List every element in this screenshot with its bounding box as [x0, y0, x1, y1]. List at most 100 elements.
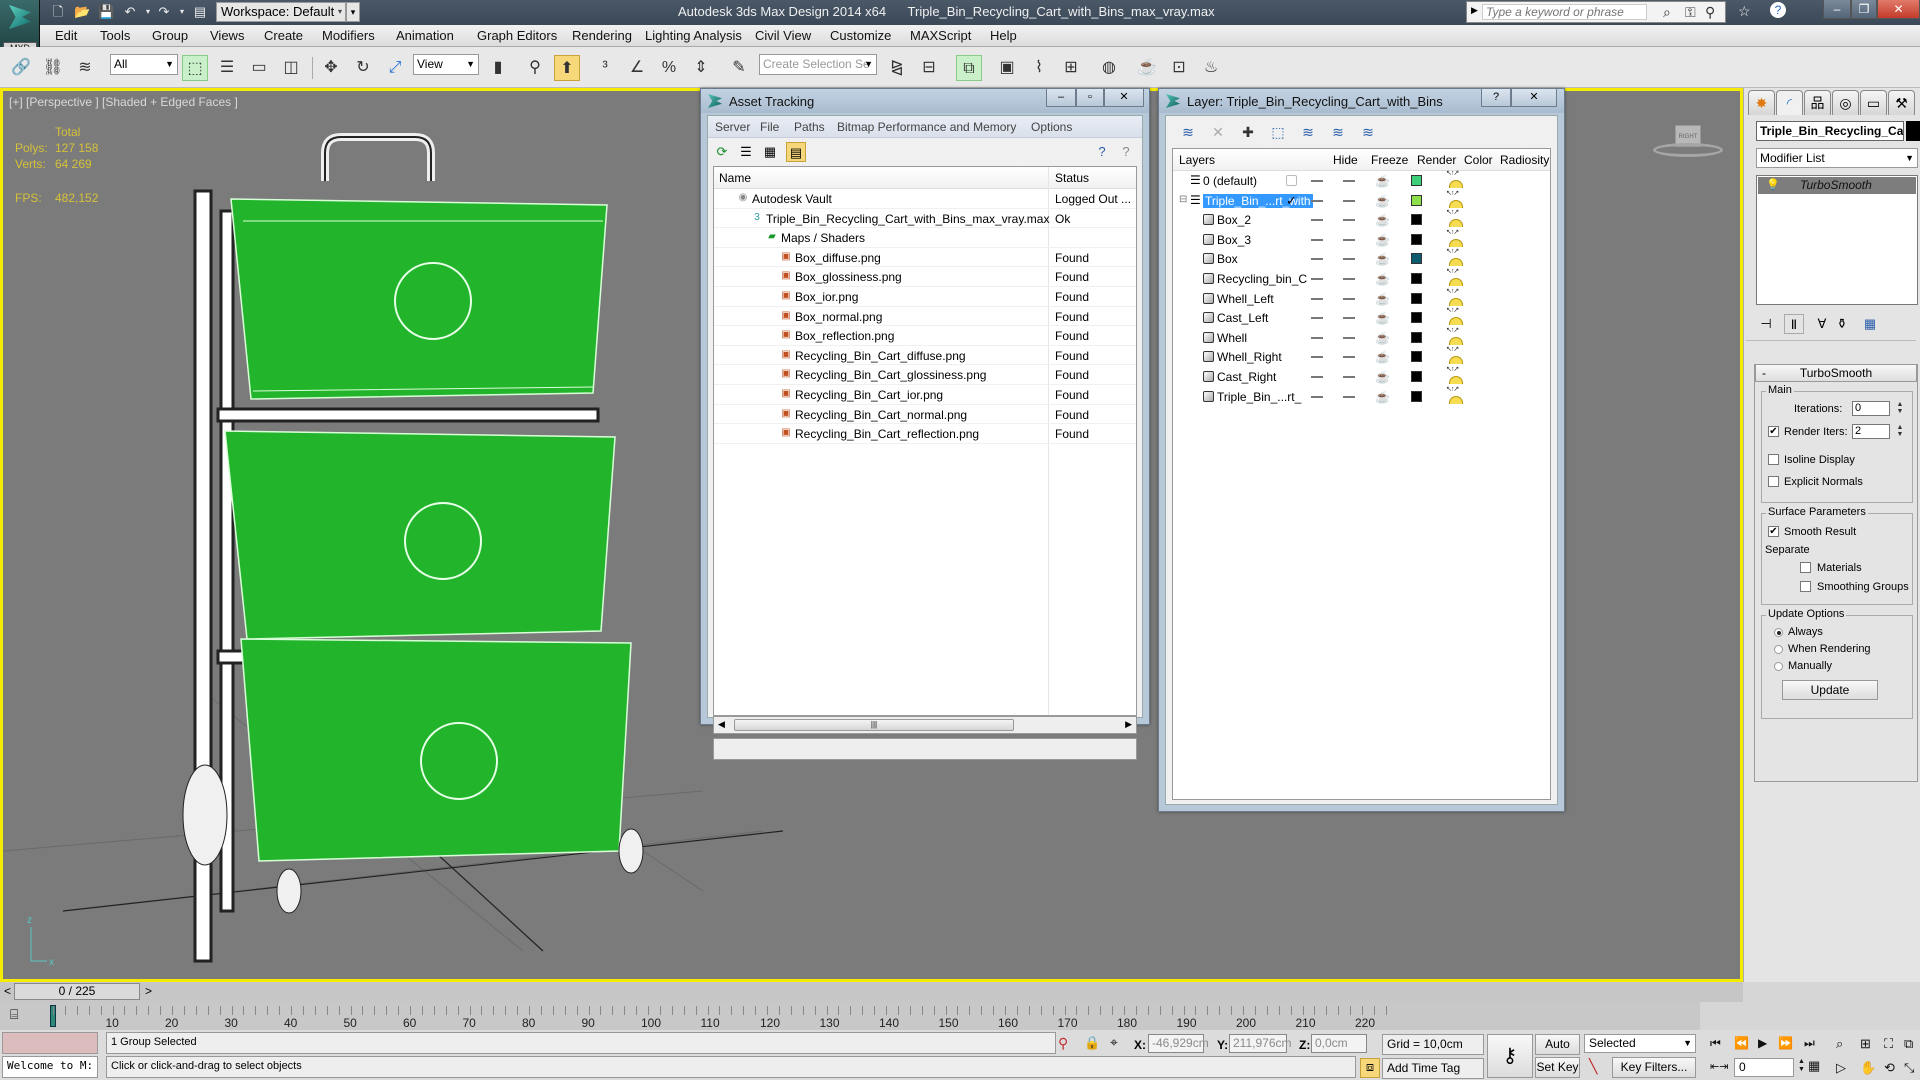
layer-color-swatch[interactable] [1411, 175, 1422, 186]
menu-animation[interactable]: Animation [396, 28, 454, 43]
render-teapot-icon[interactable]: ☕ [1375, 331, 1390, 345]
key-filters-button[interactable]: Key Filters... [1612, 1057, 1696, 1078]
column-layers[interactable]: Layers [1179, 153, 1215, 167]
object-name[interactable]: Recycling_bin_C [1217, 272, 1307, 286]
asset-row[interactable]: ▣ Recycling_Bin_Cart_diffuse.png Found [714, 346, 1136, 366]
object-name[interactable]: Box_3 [1217, 233, 1251, 247]
menu-customize[interactable]: Customize [830, 28, 891, 43]
freeze-toggle[interactable] [1343, 238, 1355, 241]
delete-layer-icon[interactable]: ✕ [1208, 122, 1228, 142]
hide-unhide-all-icon[interactable]: ≋ [1328, 122, 1348, 142]
table-view-icon[interactable]: ▤ [786, 142, 806, 162]
menu-lighting-analysis[interactable]: Lighting Analysis [645, 28, 742, 43]
hide-toggle[interactable] [1311, 395, 1323, 398]
menu-modifiers[interactable]: Modifiers [322, 28, 375, 43]
time-tag-icon[interactable]: ⧈ [1360, 1058, 1380, 1078]
menu-civil-view[interactable]: Civil View [755, 28, 811, 43]
named-selection-dropdown[interactable]: Create Selection Se ▼ [759, 54, 877, 75]
time-configuration-icon[interactable]: ▦ [1808, 1058, 1820, 1074]
maximize-viewport-icon[interactable]: ⤡ [1904, 1060, 1914, 1076]
close-button[interactable]: ✕ [1877, 0, 1920, 19]
hide-toggle[interactable] [1311, 317, 1323, 320]
add-to-layer-icon[interactable]: ✚ [1238, 122, 1258, 142]
help-button[interactable]: ? [1481, 89, 1511, 107]
redo-dropdown-icon[interactable]: ▾ [174, 4, 190, 20]
current-frame-field[interactable]: 0 [1734, 1058, 1794, 1077]
freeze-toggle[interactable] [1343, 317, 1355, 320]
asset-row[interactable]: ▰ Maps / Shaders [714, 228, 1136, 248]
radiosity-icon[interactable] [1446, 326, 1463, 345]
layer-row[interactable]: Whell_Right ☕ [1173, 345, 1550, 367]
render-production-icon[interactable]: ♨ [1198, 55, 1224, 81]
modifier-list-dropdown[interactable]: Modifier List ▼ [1756, 148, 1918, 168]
render-setup-icon[interactable]: ☕ [1134, 55, 1160, 81]
object-color-swatch[interactable] [1906, 121, 1920, 141]
selection-lock-icon[interactable]: 🔒 [1084, 1035, 1100, 1051]
display-tab[interactable]: ▭ [1860, 90, 1887, 115]
layer-color-swatch[interactable] [1411, 214, 1422, 226]
align-icon[interactable]: ⊟ [916, 55, 942, 81]
layer-row[interactable]: Box ☕ [1173, 247, 1550, 269]
go-to-start-icon[interactable]: ⏮ [1710, 1036, 1721, 1051]
maximize-button[interactable]: ▫ [1076, 89, 1104, 107]
select-objects-in-layer-icon[interactable]: ⬚ [1268, 122, 1288, 142]
hide-toggle[interactable] [1311, 238, 1323, 241]
layer-row[interactable]: Box_3 ☕ [1173, 228, 1550, 250]
material-editor-icon[interactable]: ◍ [1096, 55, 1122, 81]
freeze-toggle[interactable] [1343, 376, 1355, 378]
layer-color-swatch[interactable] [1411, 312, 1422, 324]
help-icon[interactable]: ? [1770, 2, 1786, 18]
menu-server[interactable]: Server [715, 120, 750, 134]
asset-row[interactable]: ▣ Recycling_Bin_Cart_glossiness.png Found [714, 365, 1136, 385]
auto-key-button[interactable]: Auto Key [1535, 1034, 1580, 1070]
object-name[interactable]: Whell_Right [1217, 350, 1282, 364]
smoothing-groups-checkbox[interactable] [1800, 581, 1811, 592]
go-to-end-icon[interactable]: ⏭ [1804, 1036, 1815, 1051]
radiosity-icon[interactable] [1446, 247, 1463, 267]
save-icon[interactable]: 💾 [98, 4, 114, 20]
hide-toggle[interactable] [1311, 258, 1323, 261]
key-mode-toggle-icon[interactable]: ⇤⇥ [1710, 1060, 1728, 1073]
menu-paths[interactable]: Paths [794, 120, 825, 134]
binoculars-icon[interactable]: ⌕ [1663, 4, 1671, 21]
satellite-icon[interactable]: ⚲ [1705, 4, 1715, 21]
layer-row[interactable]: Box_2 ☕ [1173, 208, 1550, 230]
column-status[interactable]: Status [1055, 171, 1089, 185]
freeze-toggle[interactable] [1343, 336, 1355, 339]
restore-button[interactable]: ❐ [1851, 0, 1877, 19]
zoom-all-icon[interactable]: ⊞ [1860, 1036, 1871, 1052]
freeze-toggle[interactable] [1343, 278, 1355, 280]
pin-stack-icon[interactable]: ⊣ [1756, 314, 1776, 334]
mini-curve-editor-icon[interactable]: ⌸ [10, 1006, 18, 1023]
close-button[interactable]: ✕ [1104, 89, 1144, 107]
freeze-toggle[interactable] [1343, 219, 1355, 222]
layer-color-swatch[interactable] [1411, 390, 1422, 402]
object-name[interactable]: Cast_Right [1217, 370, 1276, 384]
radiosity-icon[interactable] [1446, 287, 1463, 306]
freeze-toggle[interactable] [1343, 258, 1355, 261]
zoom-extents-all-icon[interactable]: ⧉ [1904, 1036, 1913, 1052]
layer-color-swatch[interactable] [1411, 253, 1422, 265]
hide-toggle[interactable] [1311, 297, 1323, 300]
frame-spinner-icon[interactable]: ▲ ▼ [1798, 1058, 1805, 1074]
layer-color-swatch[interactable] [1411, 194, 1422, 206]
render-teapot-icon[interactable]: ☕ [1375, 174, 1390, 188]
column-render[interactable]: Render [1417, 153, 1456, 167]
object-name[interactable]: Triple_Bin_...rt_ [1217, 390, 1301, 404]
layer-manager-icon[interactable]: ⧉ [956, 55, 982, 81]
hierarchy-tab[interactable]: 品 [1804, 90, 1831, 115]
layer-row[interactable]: Whell ☕ [1173, 326, 1550, 348]
asset-tracking-titlebar[interactable]: Asset Tracking – ▫ ✕ [701, 89, 1149, 113]
rotate-icon[interactable]: ↻ [350, 55, 376, 81]
set-key-button[interactable]: Set Key [1535, 1057, 1580, 1078]
menu-maxscript[interactable]: MAXScript [910, 28, 971, 43]
highlight-selected-layer-icon[interactable]: ≋ [1298, 122, 1318, 142]
vault-help-icon[interactable]: ? [1092, 142, 1112, 162]
object-name[interactable]: Cast_Left [1217, 311, 1268, 325]
layer-row[interactable]: Cast_Left ☕ [1173, 306, 1550, 328]
render-teapot-icon[interactable]: ☕ [1375, 213, 1390, 227]
render-teapot-icon[interactable]: ☕ [1375, 350, 1390, 364]
motion-tab[interactable]: ◎ [1832, 90, 1859, 115]
key-icon[interactable]: ⚿ [1685, 4, 1696, 21]
menu-create[interactable]: Create [264, 28, 303, 43]
